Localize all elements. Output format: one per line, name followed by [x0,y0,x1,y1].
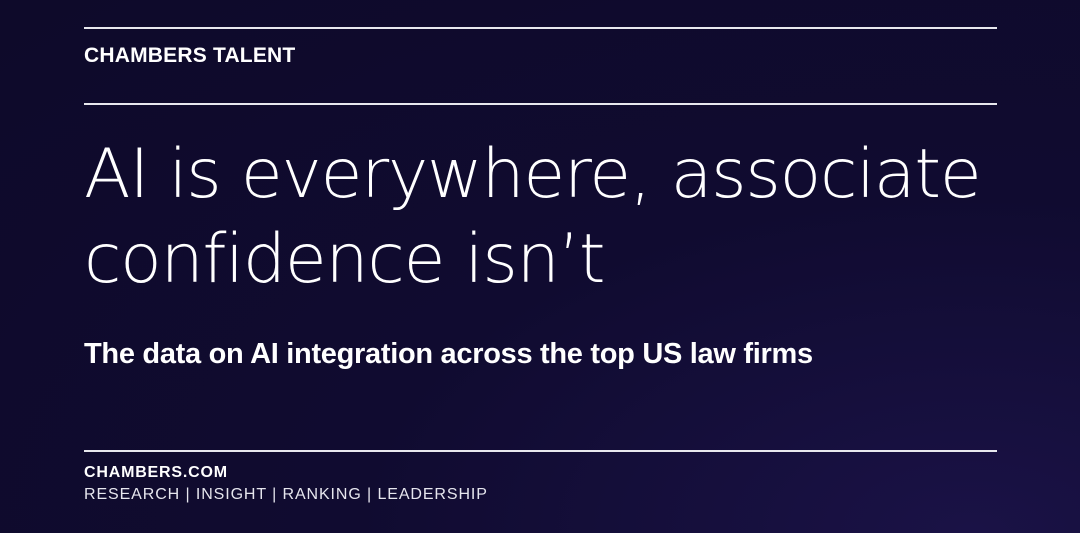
footer-divider [84,450,997,452]
headline-line-2: confidence isn’t [84,220,606,299]
subheading: The data on AI integration across the to… [84,338,813,370]
top-divider [84,27,997,29]
headline-line-1: AI is everywhere, associate [84,135,982,214]
brand-label: CHAMBERS TALENT [84,44,296,67]
header-divider [84,103,997,105]
footer-tagline: RESEARCH | INSIGHT | RANKING | LEADERSHI… [84,486,488,503]
page-title: AI is everywhere, associate confidence i… [84,132,1044,302]
footer-site-link[interactable]: CHAMBERS.COM [84,463,228,483]
